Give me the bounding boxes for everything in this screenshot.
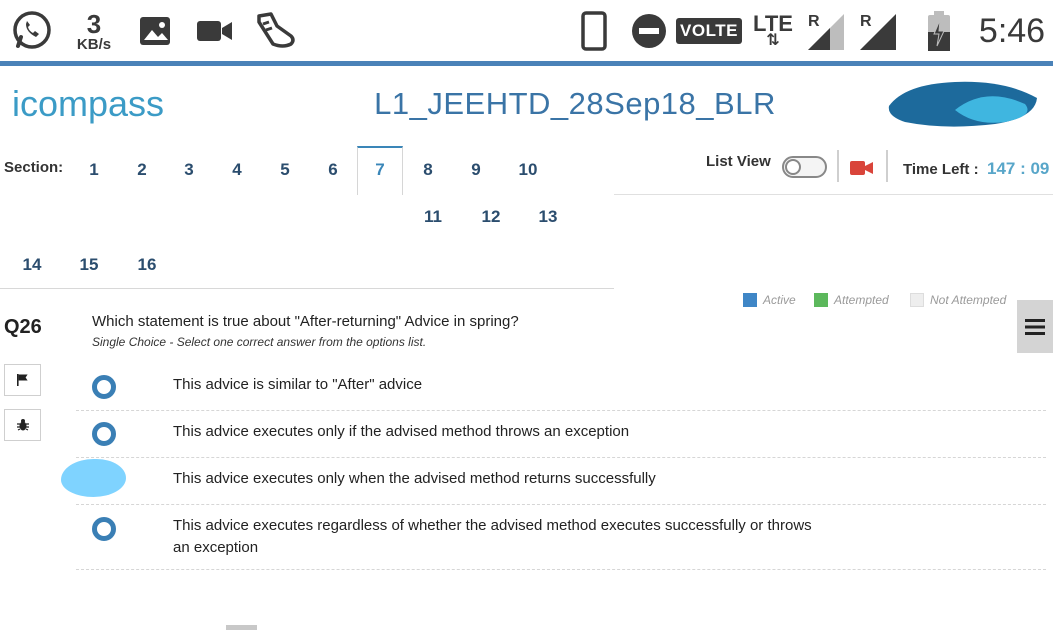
signal-icon-2: R <box>858 0 898 62</box>
section-7[interactable]: 7 <box>360 160 400 180</box>
bug-icon <box>16 419 29 431</box>
roaming-label-2: R <box>860 13 872 30</box>
legend-active-swatch <box>743 293 757 307</box>
question-text: Which statement is true about "After-ret… <box>92 313 519 330</box>
volte-label: VOLTE <box>676 18 742 44</box>
section-11[interactable]: 11 <box>413 207 453 227</box>
section-10[interactable]: 10 <box>508 160 548 180</box>
section-16[interactable]: 16 <box>127 255 167 275</box>
option-1[interactable]: This advice is similar to "After" advice <box>76 362 1046 411</box>
bottom-handle <box>226 625 257 630</box>
controls-divider <box>614 194 1053 195</box>
phone-icon <box>578 0 610 62</box>
brand-logo-shape <box>885 76 1045 131</box>
report-bug-button[interactable] <box>4 409 41 441</box>
flag-button[interactable] <box>4 364 41 396</box>
legend-attempted-swatch <box>814 293 828 307</box>
network-speed-value: 3 <box>86 8 102 39</box>
section-1[interactable]: 1 <box>74 160 114 180</box>
section-13[interactable]: 13 <box>528 207 568 227</box>
lte-indicator: LTE ⇅ <box>748 0 798 62</box>
option-2-text: This advice executes only if the advised… <box>173 423 630 440</box>
time-left-label: Time Left : <box>903 161 979 178</box>
section-5[interactable]: 5 <box>265 160 305 180</box>
question-hint: Single Choice - Select one correct answe… <box>92 335 427 349</box>
legend-not-attempted-label: Not Attempted <box>930 293 1007 307</box>
section-9[interactable]: 9 <box>456 160 496 180</box>
network-speed: 3 KB/s <box>70 0 118 62</box>
legend-active: Active <box>743 293 796 307</box>
section-12[interactable]: 12 <box>471 207 511 227</box>
network-speed-unit: KB/s <box>76 35 112 53</box>
option-1-radio[interactable] <box>92 375 116 399</box>
toggle-knob <box>785 159 801 175</box>
redaction-scribble <box>61 459 126 497</box>
volte-badge: VOLTE <box>676 0 742 62</box>
image-icon <box>136 0 174 62</box>
roaming-label: R <box>808 13 820 30</box>
option-4-text: This advice executes regardless of wheth… <box>173 517 812 556</box>
section-4[interactable]: 4 <box>217 160 257 180</box>
hamburger-icon <box>1025 318 1045 335</box>
section-3[interactable]: 3 <box>169 160 209 180</box>
status-bar-divider <box>0 61 1053 66</box>
legend-attempted: Attempted <box>814 293 889 307</box>
legend-attempted-label: Attempted <box>834 293 889 307</box>
question-number: Q26 <box>4 316 42 338</box>
legend-active-label: Active <box>763 293 796 307</box>
control-separator <box>837 150 839 182</box>
camera-icon[interactable] <box>850 158 874 178</box>
battery-charging-icon <box>924 0 954 62</box>
sections-divider <box>0 288 614 289</box>
status-bar: 3 KB/s VOLTE LTE ⇅ R R 5:46 <box>0 0 1053 62</box>
do-not-disturb-icon <box>630 0 668 62</box>
status-clock: 5:46 <box>978 11 1046 50</box>
section-label: Section: <box>4 159 64 176</box>
legend-not-attempted: Not Attempted <box>910 293 1006 307</box>
list-view-toggle[interactable] <box>782 156 827 178</box>
data-arrows-icon: ⇅ <box>766 32 780 49</box>
section-14[interactable]: 14 <box>12 255 52 275</box>
icompass-logo: icompass <box>12 80 187 130</box>
option-3[interactable]: This advice executes only when the advis… <box>76 458 1046 505</box>
list-view-label: List View <box>706 153 771 170</box>
exam-title: L1_JEEHTD_28Sep18_BLR <box>374 86 776 121</box>
option-4[interactable]: This advice executes regardless of wheth… <box>76 505 1046 570</box>
logo-text: icompass <box>12 83 164 124</box>
section-15[interactable]: 15 <box>69 255 109 275</box>
shoe-icon <box>252 0 300 62</box>
section-6[interactable]: 6 <box>313 160 353 180</box>
section-2[interactable]: 2 <box>122 160 162 180</box>
section-8[interactable]: 8 <box>408 160 448 180</box>
signal-icon: R <box>806 0 846 62</box>
option-2-radio[interactable] <box>92 422 116 446</box>
option-2[interactable]: This advice executes only if the advised… <box>76 411 1046 458</box>
time-left-value: 147 : 09 <box>987 159 1050 178</box>
option-1-text: This advice is similar to "After" advice <box>173 376 423 393</box>
flag-icon <box>16 374 28 386</box>
option-4-radio[interactable] <box>92 517 116 541</box>
option-3-text: This advice executes only when the advis… <box>173 470 656 487</box>
legend-not-attempted-swatch <box>910 293 924 307</box>
control-separator-2 <box>886 150 888 182</box>
whatsapp-icon <box>10 0 54 62</box>
menu-button[interactable] <box>1017 300 1053 353</box>
video-camera-icon <box>194 0 236 62</box>
